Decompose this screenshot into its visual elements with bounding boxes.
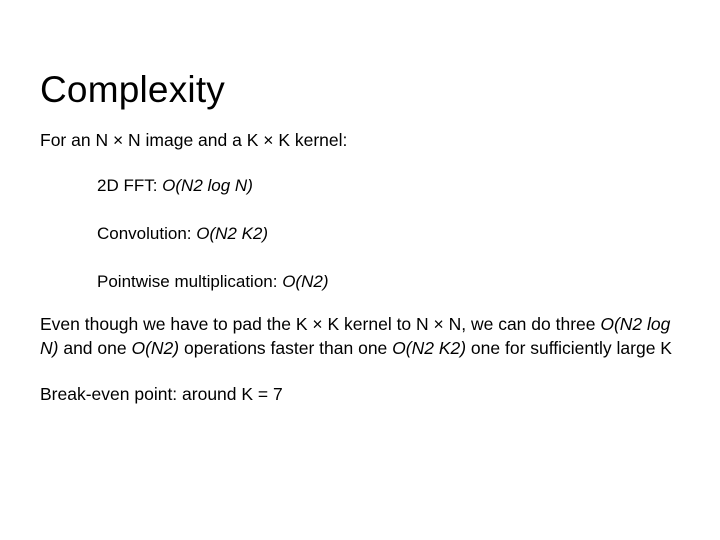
intro-text: For an N × N image and a K × K kernel:: [40, 130, 348, 150]
list-item-complexity: O(N2 log N): [162, 176, 253, 195]
explanation-part-4: one for sufficiently large K: [466, 338, 672, 358]
list-item-label: Pointwise multiplication:: [97, 272, 283, 291]
complexity-list: 2D FFT: O(N2 log N) Convolution: O(N2 K2…: [40, 174, 686, 294]
slide-body: For an N × N image and a K × K kernel: 2…: [40, 128, 686, 406]
list-item-label: Convolution:: [97, 224, 197, 243]
explanation-part-1: Even though we have to pad the K × K ker…: [40, 314, 601, 334]
page-title: Complexity: [40, 68, 225, 110]
breakeven-text: Break-even point: around K = 7: [40, 384, 283, 404]
explanation-part-2: and one: [58, 338, 132, 358]
list-item: 2D FFT: O(N2 log N): [97, 174, 686, 198]
list-item-complexity: O(N2 K2): [196, 224, 269, 243]
explanation-complexity-2: O(N2): [131, 338, 180, 358]
list-item-label: 2D FFT:: [97, 176, 163, 195]
explanation-complexity-3: O(N2 K2): [392, 338, 467, 358]
list-item: Convolution: O(N2 K2): [97, 222, 686, 246]
list-item-complexity: O(N2): [282, 272, 329, 291]
list-item: Pointwise multiplication: O(N2): [97, 270, 686, 294]
slide-canvas: Complexity For an N × N image and a K × …: [0, 0, 720, 540]
explanation-paragraph: Even though we have to pad the K × K ker…: [40, 312, 686, 360]
explanation-part-3: operations faster than one: [179, 338, 393, 358]
